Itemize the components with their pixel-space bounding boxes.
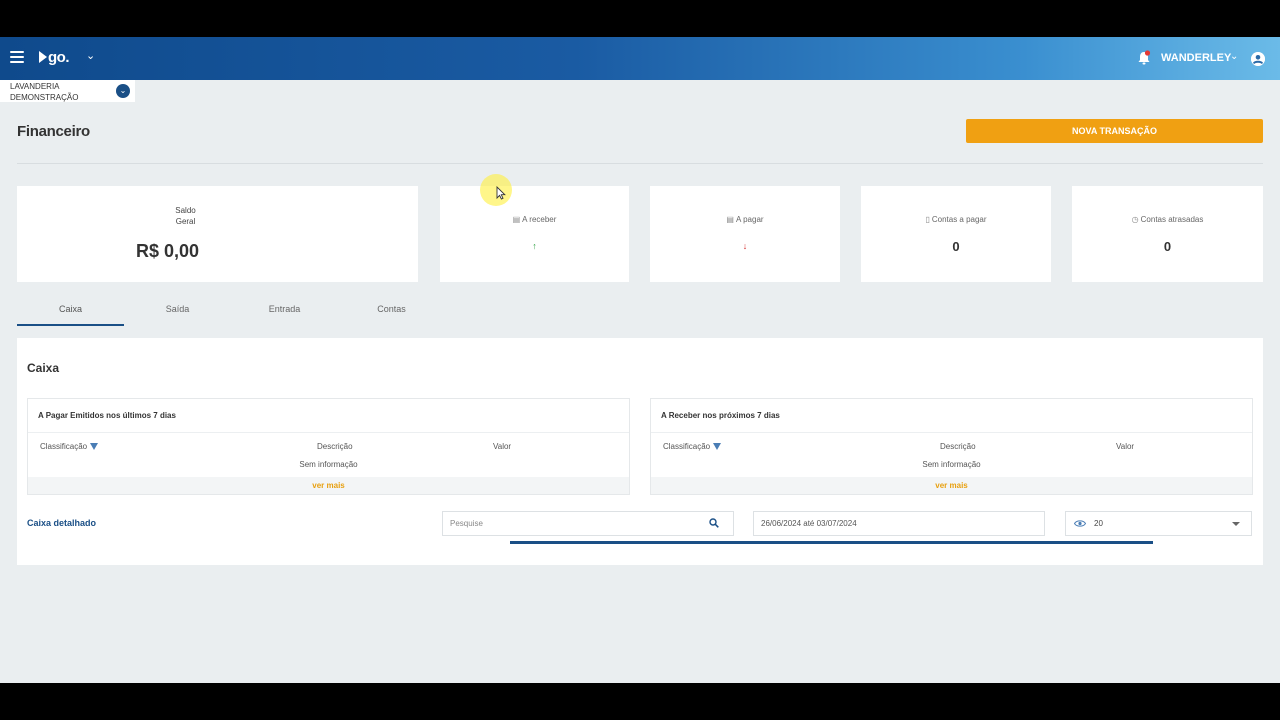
payables-table-title: A Pagar Emitidos nos últimos 7 dias (38, 411, 176, 420)
divider (28, 432, 629, 433)
column-header-classification[interactable]: Classificação (40, 442, 99, 451)
filter-icon[interactable] (713, 443, 722, 450)
bell-icon[interactable] (1137, 50, 1151, 66)
receivable-label: A receber (522, 215, 557, 224)
payable-card[interactable]: ▤ A pagar ↓ (650, 186, 840, 282)
column-header-label: Classificação (40, 442, 88, 451)
tab-caixa[interactable]: Caixa (17, 299, 124, 326)
eye-icon (1074, 520, 1086, 527)
column-header-value: Valor (1116, 442, 1135, 451)
overdue-bills-value: 0 (1163, 239, 1172, 254)
receivables-table: A Receber nos próximos 7 dias Classifica… (650, 398, 1253, 495)
chevron-down-icon[interactable]: ⌄ (1230, 51, 1238, 62)
payable-label: A pagar (735, 215, 764, 224)
arrow-up-icon: ↑ (532, 241, 537, 251)
filter-icon[interactable] (90, 443, 99, 450)
search-icon[interactable] (709, 518, 719, 528)
chevron-down-icon[interactable]: ⌄ (116, 84, 130, 98)
hamburger-menu-icon[interactable] (10, 51, 24, 63)
saldo-card: Saldo Geral R$ 0,00 (17, 186, 418, 282)
page-size-select[interactable]: 20 (1065, 511, 1252, 536)
column-header-description: Descrição (317, 442, 353, 451)
clock-icon: ◷ (1131, 215, 1139, 224)
saldo-label: Saldo Geral (0, 205, 386, 227)
username[interactable]: WANDERLEY (1161, 52, 1231, 64)
receivable-card[interactable]: ▤ A receber ↑ (440, 186, 629, 282)
receivables-table-title: A Receber nos próximos 7 dias (661, 411, 780, 420)
search-box (442, 511, 734, 536)
clipboard-icon: ▯ (925, 215, 930, 224)
detailed-cash-title: Caixa detalhado (27, 518, 97, 528)
divider (17, 163, 1263, 164)
company-name-line2: DEMONSTRAÇÃO (10, 93, 79, 102)
column-header-label: Classificação (663, 442, 711, 451)
top-bar: go. ⌄ WANDERLEY ⌄ (0, 37, 1280, 80)
bills-to-pay-card[interactable]: ▯ Contas a pagar 0 (861, 186, 1051, 282)
see-more-link[interactable]: ver mais (651, 477, 1252, 494)
logo-text: go. (48, 49, 70, 66)
caret-down-icon (1232, 522, 1240, 526)
arrow-down-icon: ↓ (742, 241, 748, 251)
tab-saida[interactable]: Saída (124, 299, 231, 326)
saldo-value: R$ 0,00 (135, 241, 200, 261)
divider (651, 432, 1252, 433)
payables-table: A Pagar Emitidos nos últimos 7 dias Clas… (27, 398, 630, 495)
page-title: Financeiro (17, 123, 90, 140)
see-more-link[interactable]: ver mais (28, 477, 629, 494)
mouse-cursor-icon (496, 186, 506, 200)
cash-panel: Caixa A Pagar Emitidos nos últimos 7 dia… (17, 338, 1263, 565)
column-header-description: Descrição (940, 442, 976, 451)
overdue-bills-label: Contas atrasadas (1140, 215, 1204, 224)
column-header-classification[interactable]: Classificação (663, 442, 722, 451)
page-size-value: 20 (1094, 519, 1103, 528)
search-input[interactable] (443, 512, 703, 535)
column-header-value: Valor (493, 442, 512, 451)
loading-progress-bar (510, 541, 1153, 544)
company-name: LAVANDERIA DEMONSTRAÇÃO (10, 81, 110, 103)
new-transaction-button[interactable]: NOVA TRANSAÇÃO (966, 119, 1263, 143)
chevron-down-icon[interactable]: ⌄ (86, 49, 95, 62)
tab-entrada[interactable]: Entrada (231, 299, 338, 326)
saldo-label-line1: Saldo (175, 206, 196, 215)
panel-title: Caixa (27, 361, 60, 375)
calendar-icon: ▤ (512, 215, 521, 224)
tab-contas[interactable]: Contas (338, 299, 445, 326)
calendar-icon: ▤ (726, 215, 734, 224)
date-range-field[interactable]: 26/06/2024 até 03/07/2024 (753, 511, 1045, 536)
user-avatar-icon[interactable] (1251, 52, 1265, 66)
app-logo[interactable]: go. (39, 49, 70, 66)
company-name-line1: LAVANDERIA (10, 82, 60, 91)
bills-to-pay-value: 0 (952, 239, 960, 254)
app-screen: go. ⌄ WANDERLEY ⌄ LAVANDERIA DEMONSTRAÇÃ… (0, 37, 1280, 683)
empty-state: Sem informação (299, 460, 358, 469)
saldo-label-line2: Geral (175, 217, 196, 226)
overdue-bills-card[interactable]: ◷ Contas atrasadas 0 (1072, 186, 1263, 282)
company-selector[interactable]: LAVANDERIA DEMONSTRAÇÃO ⌄ (0, 80, 135, 102)
empty-state: Sem informação (922, 460, 981, 469)
bills-to-pay-label: Contas a pagar (931, 215, 987, 224)
